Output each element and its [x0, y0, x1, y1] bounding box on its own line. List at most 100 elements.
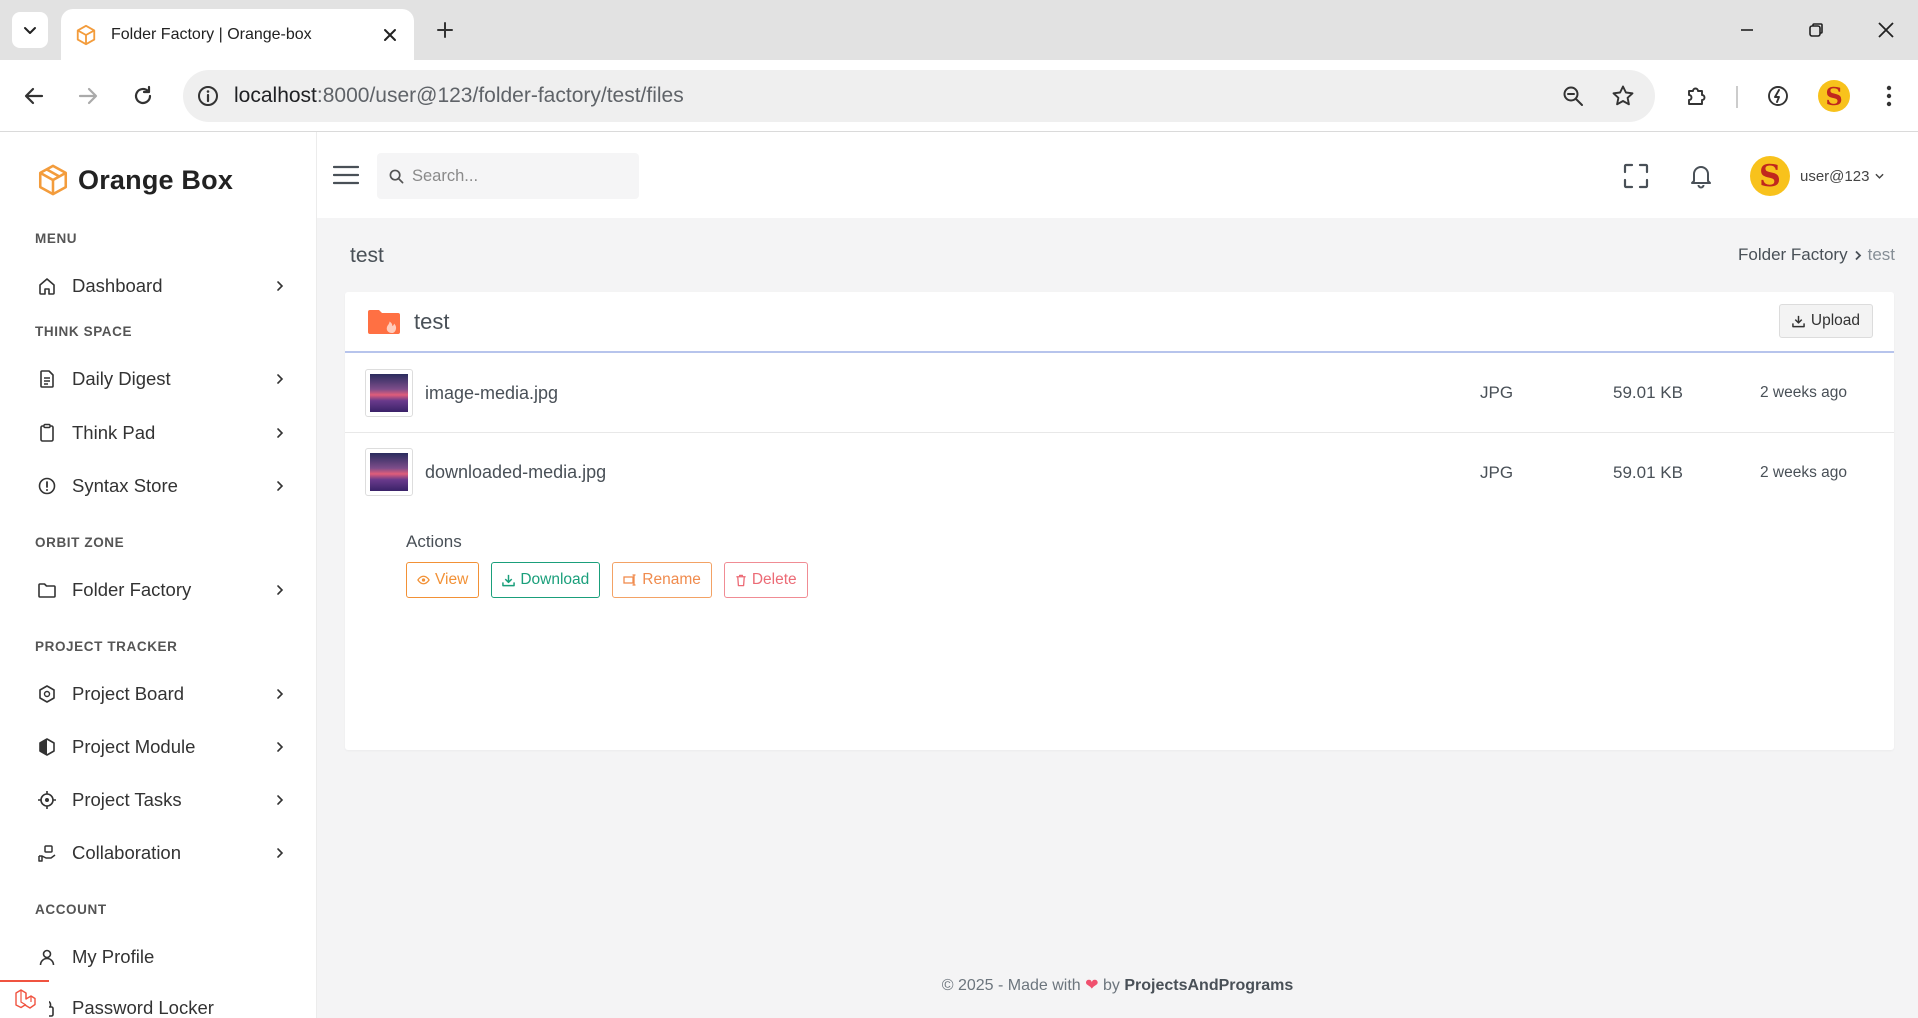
home-icon: [36, 275, 58, 297]
browser-toolbar: localhost:8000/user@123/folder-factory/t…: [0, 60, 1918, 132]
hand-share-icon: [36, 842, 58, 864]
sidebar-item-project-module[interactable]: Project Module: [36, 729, 288, 765]
tab-list-button[interactable]: [12, 12, 48, 48]
performance-button[interactable]: [1760, 78, 1796, 114]
user-icon: [36, 946, 58, 968]
download-label: Download: [520, 571, 590, 588]
view-button[interactable]: View: [406, 562, 480, 598]
speedometer-bolt-icon: [1768, 86, 1788, 106]
search-input[interactable]: [412, 166, 612, 186]
view-label: View: [435, 571, 469, 588]
file-type: JPG: [1480, 383, 1514, 402]
sidebar-item-folder-factory[interactable]: Folder Factory: [36, 572, 288, 608]
bookmark-star-icon[interactable]: [1605, 78, 1641, 114]
breadcrumb-current: test: [1867, 245, 1895, 264]
arrow-right-icon: [78, 87, 98, 105]
fullscreen-button[interactable]: [1620, 160, 1652, 192]
close-window-button[interactable]: [1866, 10, 1906, 50]
breadcrumb-link-folder-factory[interactable]: Folder Factory: [1738, 245, 1848, 265]
box-favicon-icon: [75, 24, 97, 46]
brand-logo[interactable]: Orange Box: [36, 163, 233, 197]
url-text[interactable]: localhost:8000/user@123/folder-factory/t…: [234, 84, 1555, 108]
minimize-window-button[interactable]: [1727, 10, 1767, 50]
folder-card: test Upload image-media.jpg JPG 59.01 KB…: [345, 292, 1894, 750]
file-size: 59.01 KB: [1613, 462, 1683, 482]
sidebar-item-label: Syntax Store: [72, 475, 178, 496]
file-name[interactable]: downloaded-media.jpg: [425, 462, 606, 483]
reload-button[interactable]: [125, 78, 161, 114]
zoom-icon[interactable]: [1555, 78, 1591, 114]
sidebar-toggle-button[interactable]: [330, 159, 362, 191]
new-tab-button[interactable]: [429, 14, 461, 46]
file-row[interactable]: image-media.jpg JPG 59.01 KB 2 weeks ago: [345, 354, 1894, 433]
eye-icon: [417, 575, 430, 585]
half-hexagon-icon: [36, 736, 58, 758]
rename-button[interactable]: Rename: [612, 562, 712, 598]
tab-close-button[interactable]: [378, 23, 402, 47]
sidebar-item-dashboard[interactable]: Dashboard: [36, 268, 288, 304]
sidebar-item-think-pad[interactable]: Think Pad: [36, 415, 288, 451]
sidebar-item-label: Project Module: [72, 736, 196, 757]
browser-menu-button[interactable]: [1871, 78, 1907, 114]
sidebar-item-project-board[interactable]: Project Board: [36, 676, 288, 712]
sidebar-item-collaboration[interactable]: Collaboration: [36, 835, 288, 871]
restore-window-button[interactable]: [1796, 10, 1836, 50]
laravel-debug-badge[interactable]: [0, 980, 49, 1018]
address-bar[interactable]: localhost:8000/user@123/folder-factory/t…: [183, 70, 1655, 122]
upload-icon: [1792, 315, 1805, 327]
sidebar-item-password-locker[interactable]: Password Locker: [36, 990, 288, 1018]
sidebar-item-syntax-store[interactable]: Syntax Store: [36, 468, 288, 504]
sidebar-item-label: Dashboard: [72, 275, 163, 296]
sidebar-item-label: Project Board: [72, 683, 185, 704]
search-box: [377, 153, 639, 199]
notifications-button[interactable]: [1685, 160, 1717, 192]
download-button[interactable]: Download: [491, 562, 601, 598]
sidebar-item-daily-digest[interactable]: Daily Digest: [36, 361, 288, 397]
chevron-right-icon: [1854, 250, 1862, 261]
reload-icon: [134, 85, 152, 105]
extensions-button[interactable]: [1679, 78, 1715, 114]
delete-button[interactable]: Delete: [723, 562, 808, 598]
restore-icon: [1809, 23, 1823, 37]
chevron-right-icon: [272, 686, 288, 702]
chevron-right-icon: [272, 582, 288, 598]
back-button[interactable]: [16, 78, 52, 114]
chevron-right-icon: [272, 739, 288, 755]
file-row[interactable]: downloaded-media.jpg JPG 59.01 KB 2 week…: [345, 433, 1894, 512]
site-info-icon[interactable]: [194, 82, 222, 110]
footer-author-link[interactable]: ProjectsAndPrograms: [1124, 977, 1293, 994]
footer-prefix: © 2025 - Made with: [941, 977, 1081, 994]
sidebar-item-my-profile[interactable]: My Profile: [36, 939, 288, 975]
file-actions: View Download Rename Delete: [406, 562, 820, 598]
clipboard-icon: [36, 422, 58, 444]
sidebar-item-label: Collaboration: [72, 842, 182, 863]
sidebar-item-label: Folder Factory: [72, 579, 192, 600]
kebab-menu-icon: [1886, 85, 1892, 107]
forward-button[interactable]: [70, 78, 106, 114]
rename-icon: [623, 574, 636, 586]
rename-label: Rename: [642, 571, 701, 588]
brand-name: Orange Box: [78, 164, 234, 195]
app-root: Orange Box MENU Dashboard THINK SPACE Da…: [0, 132, 1918, 1018]
file-thumbnail: [365, 369, 413, 417]
fullscreen-icon: [1623, 163, 1649, 189]
plus-icon: [437, 22, 453, 38]
arrow-left-icon: [24, 87, 44, 105]
browser-tab-bar: Folder Factory | Orange-box: [0, 0, 1918, 60]
chevron-down-icon: [1875, 173, 1885, 180]
trash-icon: [736, 574, 746, 586]
chevron-right-icon: [272, 371, 288, 387]
browser-tab[interactable]: Folder Factory | Orange-box: [61, 9, 414, 60]
close-icon: [1878, 22, 1894, 38]
sidebar: Orange Box MENU Dashboard THINK SPACE Da…: [0, 132, 317, 1018]
file-thumbnail: [365, 448, 413, 496]
browser-profile-avatar[interactable]: S: [1818, 80, 1850, 112]
upload-button[interactable]: Upload: [1778, 304, 1873, 338]
avatar: S: [1750, 156, 1790, 196]
document-icon: [36, 368, 58, 390]
file-name[interactable]: image-media.jpg: [425, 383, 558, 404]
menu-heading-menu: MENU: [35, 231, 78, 246]
sidebar-item-project-tasks[interactable]: Project Tasks: [36, 782, 288, 818]
chevron-down-icon: [24, 27, 36, 34]
user-menu[interactable]: S user@123: [1750, 156, 1885, 196]
